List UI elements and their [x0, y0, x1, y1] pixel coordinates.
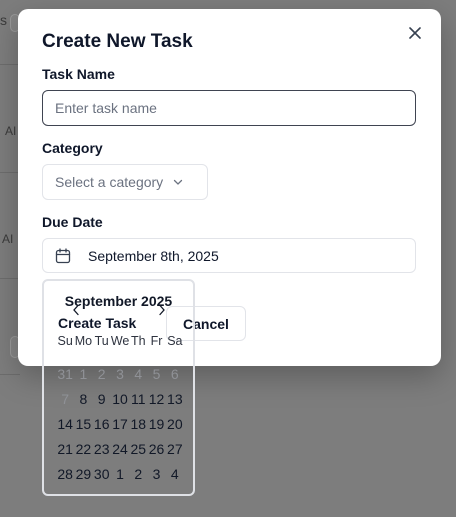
calendar-day[interactable]: 9 — [93, 391, 111, 407]
calendar-day[interactable]: 12 — [147, 391, 165, 407]
chevron-down-icon — [173, 177, 183, 187]
chevron-right-icon — [159, 304, 165, 316]
calendar-day[interactable]: 4 — [166, 466, 184, 482]
calendar-day[interactable]: 2 — [129, 466, 147, 482]
calendar-day[interactable]: 8 — [74, 391, 92, 407]
weekday-label: Sa — [167, 334, 183, 348]
calendar-day[interactable]: 13 — [166, 391, 184, 407]
background-text-fragment: s — [0, 12, 7, 28]
weekday-label: Fr — [150, 334, 163, 348]
calendar-day[interactable]: 15 — [74, 416, 92, 432]
calendar-day[interactable]: 30 — [93, 466, 111, 482]
calendar-day[interactable]: 24 — [111, 441, 129, 457]
due-date-label: Due Date — [42, 214, 103, 230]
dialog-title: Create New Task — [42, 31, 193, 52]
previous-month-button[interactable] — [69, 302, 83, 318]
weekday-label: Th — [130, 334, 146, 348]
calendar-day[interactable]: 25 — [129, 441, 147, 457]
weekday-label: Su — [57, 334, 73, 348]
task-name-label: Task Name — [42, 66, 115, 82]
calendar-day[interactable]: 23 — [93, 441, 111, 457]
calendar-day: 3 — [116, 365, 124, 382]
calendar-day: 6 — [170, 365, 179, 382]
calendar-week-row: 28 29 30 1 2 3 4 — [56, 461, 184, 486]
date-picker-popover: September 2025 Su Mo Tu We Th Fr Sa 31 1 2… — [42, 279, 195, 496]
calendar-day: 31 — [57, 365, 73, 382]
calendar-week-row: 31 1 2 3 4 5 6 — [56, 361, 184, 386]
calendar-day[interactable]: 11 — [129, 391, 147, 407]
calendar-day[interactable]: 18 — [129, 416, 147, 432]
background-divider — [0, 172, 20, 173]
calendar-day[interactable]: 22 — [74, 441, 92, 457]
calendar-day[interactable]: 29 — [74, 466, 92, 482]
category-select[interactable]: Select a category — [42, 164, 208, 200]
background-text-fragment: AI — [5, 124, 17, 138]
calendar-day: 1 — [79, 365, 88, 382]
calendar-day[interactable]: 16 — [93, 416, 111, 432]
calendar-day: 4 — [134, 365, 143, 382]
calendar-day[interactable]: 19 — [147, 416, 165, 432]
background-text-fragment: AI — [2, 232, 14, 246]
task-name-input[interactable] — [42, 90, 416, 126]
calendar-day: 2 — [97, 365, 106, 382]
close-button[interactable] — [405, 23, 425, 43]
calendar-day[interactable]: 14 — [56, 416, 74, 432]
calendar-icon — [55, 246, 75, 266]
category-select-value: Select a category — [55, 174, 164, 190]
background-divider — [0, 374, 20, 375]
calendar-day[interactable]: 20 — [166, 416, 184, 432]
calendar-day[interactable]: 21 — [56, 441, 74, 457]
calendar-week-row: 21 22 23 24 25 26 27 — [56, 436, 184, 461]
background-divider — [0, 278, 20, 279]
due-date-picker-button[interactable]: September 8th, 2025 — [42, 238, 416, 273]
next-month-button[interactable] — [155, 302, 169, 318]
calendar-day[interactable]: 17 — [111, 416, 129, 432]
calendar-week-row: 14 15 16 17 18 19 20 — [56, 411, 184, 436]
calendar-day[interactable]: 3 — [147, 466, 165, 482]
category-label: Category — [42, 140, 103, 156]
calendar-day[interactable]: 26 — [147, 441, 165, 457]
weekday-label: Mo — [74, 334, 93, 348]
calendar-day[interactable]: 10 — [111, 391, 129, 407]
calendar-day-grid: 31 1 2 3 4 5 6 7 8 9 10 11 12 13 14 15 16 17 18 19 20 21 22 23 2… — [56, 361, 184, 486]
calendar-day: 7 — [61, 390, 70, 407]
chevron-left-icon — [73, 304, 79, 316]
weekday-label: Tu — [94, 334, 109, 348]
calendar-day: 5 — [152, 365, 161, 382]
calendar-day[interactable]: 28 — [56, 466, 74, 482]
background-divider — [0, 64, 20, 65]
weekday-header-row: Su Mo Tu We Th Fr Sa — [56, 334, 184, 350]
due-date-value: September 8th, 2025 — [88, 247, 219, 264]
calendar-day[interactable]: 1 — [111, 466, 129, 482]
close-icon — [409, 27, 421, 39]
calendar-week-row: 7 8 9 10 11 12 13 — [56, 386, 184, 411]
calendar-caption: September 2025 — [64, 293, 173, 309]
weekday-label: We — [110, 334, 130, 348]
calendar-day[interactable]: 27 — [166, 441, 184, 457]
